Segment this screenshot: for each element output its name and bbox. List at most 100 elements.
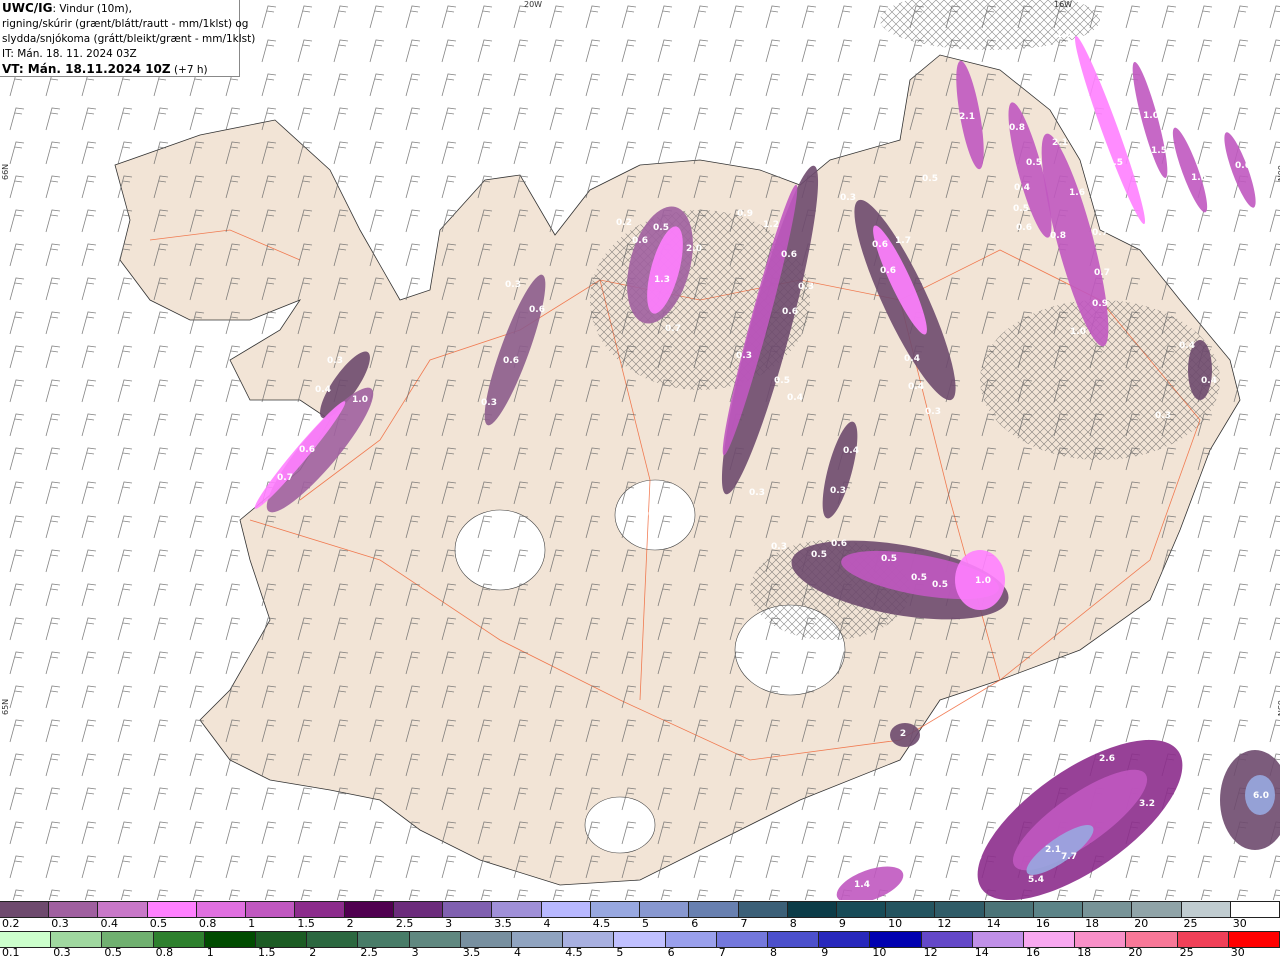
legend_rain-label: 30 bbox=[1230, 946, 1245, 959]
legend_rain-swatch bbox=[153, 932, 205, 947]
precip-value-label: 0.5 bbox=[774, 376, 790, 386]
precip-value-label: 0.6 bbox=[299, 445, 315, 455]
legend_rain-swatch bbox=[1024, 932, 1076, 947]
precip-value-label: 0.7 bbox=[1094, 268, 1110, 278]
precip-value-label: 0.4 bbox=[315, 385, 331, 395]
precip-value-label: 0.5 bbox=[1026, 158, 1042, 168]
legend_snow-label: 8 bbox=[789, 917, 797, 930]
legend_rain-swatch bbox=[716, 932, 769, 947]
lead-time: (+7 h) bbox=[170, 64, 208, 76]
precip-value-label: 1.2 bbox=[763, 220, 779, 230]
precip-value-label: 0.3 bbox=[1119, 876, 1135, 886]
precip-value-label: 0.6 bbox=[872, 240, 888, 250]
legend_rain-label: 6 bbox=[667, 946, 675, 959]
legend_snow-swatch bbox=[787, 902, 837, 917]
legend_snow-label: 18 bbox=[1085, 917, 1100, 930]
legend_snow-swatch bbox=[1230, 902, 1280, 917]
legend_snow-label: 20 bbox=[1134, 917, 1149, 930]
precip-value-label: 0.6 bbox=[781, 250, 797, 260]
weather-map[interactable]: 0.30.41.00.60.70.30.60.60.30.20.60.52.01… bbox=[0, 0, 1280, 900]
legend_snow-swatch bbox=[1181, 902, 1231, 917]
precip-value-label: 1.5 bbox=[1151, 146, 1167, 156]
lat-label-66n-right: 66N bbox=[1276, 165, 1280, 181]
title-line1: : Vindur (10m), bbox=[52, 3, 132, 15]
legend_rain-label: 3 bbox=[411, 946, 419, 959]
legend_snow-label: 1.5 bbox=[297, 917, 315, 930]
precip-value-label: 0.5 bbox=[911, 573, 927, 583]
legend_rain-swatch bbox=[0, 932, 52, 947]
legend_rain-swatch bbox=[256, 932, 308, 947]
legend_snow-swatch bbox=[886, 902, 936, 917]
legend_rain-label: 0.5 bbox=[104, 946, 122, 959]
legend_rain-swatch bbox=[409, 932, 461, 947]
precip-value-label: 1.5 bbox=[1191, 173, 1207, 183]
precip-value-label: 0.2 bbox=[616, 218, 632, 228]
precip-value-label: 0.4 bbox=[904, 354, 920, 364]
lon-label-20w: 20W bbox=[524, 0, 542, 9]
legend_rain-label: 4.5 bbox=[565, 946, 583, 959]
legend_rain-swatch bbox=[972, 932, 1025, 947]
precip-value-label: 2 bbox=[900, 729, 906, 739]
precip-value-label: 0.3 bbox=[925, 407, 941, 417]
title-line2: rigning/skúrir (grænt/blátt/rautt - mm/1… bbox=[2, 18, 249, 30]
legend_rain-swatch bbox=[563, 932, 615, 947]
legend_rain-label: 3.5 bbox=[462, 946, 481, 959]
legend_snow-swatch bbox=[196, 902, 247, 917]
precip-value-label: 2.1 bbox=[1045, 845, 1061, 855]
legend_rain-swatch bbox=[512, 932, 564, 947]
legend_snow-swatch bbox=[492, 902, 542, 917]
precip-value-label: 1.6 bbox=[1069, 188, 1085, 198]
precip-value-label: 1.0 bbox=[352, 395, 368, 405]
map-title-box: UWC/IG: Vindur (10m), rigning/skúrir (gr… bbox=[0, 0, 256, 77]
legend_rain-swatch bbox=[460, 932, 513, 947]
precip-value-label: 0.8 bbox=[1050, 231, 1066, 241]
legend_rain-label: 9 bbox=[821, 946, 829, 959]
legend_snow-label: 1 bbox=[248, 917, 256, 930]
legend_snow-label: 0.3 bbox=[51, 917, 69, 930]
snow-legend-labels: 0.2 0.3 0.4 0.5 0.8 1 1.5 2 2.5 3 3.5 4 4.5 5 6 7 8 9 10 12… bbox=[0, 917, 1280, 932]
precip-value-label: 0.5 bbox=[1107, 158, 1123, 168]
init-time: IT: Mán. 18. 11. 2024 03Z bbox=[2, 48, 137, 60]
legend_snow-swatch bbox=[984, 902, 1034, 917]
legend_rain-swatch bbox=[921, 932, 973, 947]
legend_snow-label: 9 bbox=[838, 917, 846, 930]
legend_snow-label: 10 bbox=[888, 917, 903, 930]
legend_snow-swatch bbox=[344, 902, 394, 917]
legend_snow-label: 6 bbox=[691, 917, 699, 930]
precip-value-label: 1.5 bbox=[1139, 733, 1155, 743]
precip-value-label: 0.6 bbox=[529, 305, 545, 315]
precip-value-label: 0.9 bbox=[1092, 299, 1108, 309]
legend_rain-label: 18 bbox=[1077, 946, 1092, 959]
precip-value-label: 0.7 bbox=[665, 324, 681, 334]
precip-value-label: 0.7 bbox=[1092, 228, 1108, 238]
legend_rain-label: 1 bbox=[206, 946, 214, 959]
legend_rain-label: 25 bbox=[1179, 946, 1194, 959]
precip-value-label: 6.0 bbox=[1253, 791, 1269, 801]
legend_snow-swatch bbox=[443, 902, 493, 917]
precip-value-label: 0.6 bbox=[880, 266, 896, 276]
precip-value-label: 1.4 bbox=[854, 880, 870, 890]
precip-value-label: 1.9 bbox=[966, 853, 982, 863]
precip-value-label: 0.3 bbox=[505, 280, 521, 290]
legend_snow-swatch bbox=[689, 902, 739, 917]
legend_rain-label: 2.5 bbox=[360, 946, 378, 959]
title-line3: slydda/snjókoma (grátt/bleikt/grænt - mm… bbox=[2, 33, 256, 45]
precip-value-label: 0.4 bbox=[787, 393, 803, 403]
legend_snow-label: 0.4 bbox=[100, 917, 118, 930]
legend_snow-swatch bbox=[147, 902, 197, 917]
legend_rain-swatch bbox=[614, 932, 666, 947]
legend_snow-swatch bbox=[640, 902, 690, 917]
precip-value-label: 0.5 bbox=[1013, 204, 1029, 214]
precip-value-label: 1.0 bbox=[1056, 30, 1072, 40]
legend_snow-swatch bbox=[541, 902, 591, 917]
legend_rain-label: 0.1 bbox=[2, 946, 20, 959]
legend_rain-swatch bbox=[1075, 932, 1127, 947]
legend_rain-label: 0.3 bbox=[53, 946, 71, 959]
legend_snow-label: 0.8 bbox=[198, 917, 217, 930]
legend_snow-swatch bbox=[935, 902, 985, 917]
precip-value-label: 1.3 bbox=[654, 275, 670, 285]
precip-value-label: 0.3 bbox=[481, 398, 497, 408]
precip-value-label: 0.6 bbox=[1016, 223, 1032, 233]
legend_rain-swatch bbox=[307, 932, 359, 947]
legend_rain-label: 4 bbox=[514, 946, 521, 959]
